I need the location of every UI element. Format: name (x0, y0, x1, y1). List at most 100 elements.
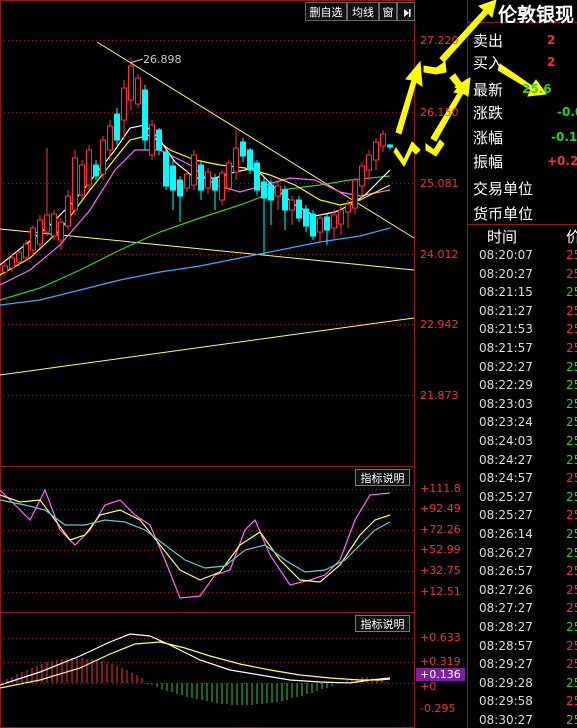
indicator1-lines (0, 488, 391, 599)
tick-time: 08:29:27 (479, 657, 533, 672)
tick-time: 08:28:57 (479, 638, 533, 653)
tick-price: 25 (566, 415, 577, 430)
candle-body (240, 141, 246, 157)
price-grid (0, 40, 414, 663)
indicator1-axis-label: +12.51 (420, 585, 461, 598)
candle-body (254, 162, 260, 191)
candle-body (107, 125, 113, 151)
delete-watchlist-button[interactable]: 删自选 (305, 2, 347, 21)
quote-label: 买入 (473, 54, 504, 72)
candle-body (268, 184, 274, 201)
window-button[interactable]: 窗 (379, 2, 397, 21)
arrow-icon-zigzag-1 (393, 141, 421, 167)
candle-body (121, 87, 127, 121)
indicator2-axis-label: -0.295 (420, 702, 456, 715)
candle-body (79, 164, 85, 196)
tick-time: 08:21:15 (479, 285, 533, 300)
indicator1-axis-label: +92.49 (420, 502, 461, 515)
candlestick-series (2, 58, 393, 276)
candle-body (114, 113, 120, 141)
tick-time: 08:24:27 (479, 452, 533, 467)
quote-label: 涨跌 (473, 104, 504, 122)
quote-value: 25.6 (522, 82, 552, 96)
candle-body (149, 124, 155, 156)
tick-time: 08:23:03 (479, 396, 533, 411)
tick-time: 08:25:27 (479, 508, 533, 523)
price-axis-label: 27.220 (420, 34, 459, 47)
candle-body (289, 199, 295, 211)
candle-body (373, 141, 379, 161)
collapse-panel-button[interactable] (397, 2, 415, 21)
tick-time: 08:21:27 (479, 303, 533, 318)
tick-time: 08:26:14 (479, 527, 533, 541)
tick-price: 25 (566, 322, 577, 337)
candle-body (58, 221, 64, 241)
tick-time: 08:24:57 (479, 471, 533, 486)
quote-label: 交易单位 (473, 180, 534, 198)
tick-price: 25 (566, 582, 577, 597)
quote-label: 振幅 (473, 153, 504, 171)
tick-time: 08:29:58 (479, 694, 533, 709)
tick-price: 25 (566, 359, 577, 374)
trendline-ascending (0, 317, 415, 376)
tick-time: 08:25:27 (479, 489, 533, 504)
price-axis-label: 22.942 (420, 318, 459, 331)
quote-label: 涨幅 (473, 129, 504, 147)
candle-body (30, 227, 36, 251)
candle-body (2, 265, 8, 273)
quote-label: 货币单位 (473, 205, 534, 223)
candle-body (226, 162, 232, 189)
candle-body (212, 177, 218, 191)
candle-body (44, 214, 50, 233)
tick-price: 25 (566, 248, 577, 262)
tick-time: 08:27:26 (479, 582, 533, 597)
candle-body (247, 149, 253, 171)
tick-price: 25 (566, 396, 577, 411)
tick-price: 25 (566, 434, 577, 448)
indicator1-axis-label: +111.8 (420, 482, 461, 495)
tick-time: 08:21:57 (479, 341, 533, 355)
tick-time: 08:23:24 (479, 415, 533, 430)
tick-time: 08:26:57 (479, 564, 533, 579)
tick-price: 25 (566, 471, 577, 486)
moving-average-button[interactable]: 均线 (347, 2, 379, 21)
tick-time: 08:29:28 (479, 675, 533, 690)
macd-dif-line (0, 633, 391, 686)
candle-body (380, 133, 386, 147)
tick-price: 25 (566, 527, 577, 541)
tick-price: 25 (566, 638, 577, 653)
tick-time: 08:20:07 (479, 248, 533, 262)
quote-value: 2 (547, 55, 556, 69)
chevron-right-icon (404, 9, 411, 17)
candle-body (100, 139, 106, 175)
tick-time: 08:28:27 (479, 620, 533, 634)
candle-body (198, 164, 204, 191)
quote-value: -0.0 (557, 105, 577, 119)
indicator2-help-button[interactable]: 指标说明 (355, 615, 410, 632)
candle-body (366, 154, 372, 171)
candle-body (317, 217, 323, 233)
price-axis-label: 25.081 (420, 177, 459, 190)
tick-price: 25 (566, 545, 577, 560)
candle-body (345, 203, 351, 213)
indicator2-axis-label: +0.319 (420, 655, 461, 668)
price-axis-label: 24.012 (420, 248, 459, 261)
tick-price: 25 (566, 601, 577, 616)
tick-price: 25 (566, 694, 577, 709)
quote-label: 卖出 (473, 32, 504, 50)
candle-body (296, 199, 302, 219)
candle-body (205, 171, 211, 189)
indicator2-axis-label: +0 (420, 680, 437, 693)
price-axis-label: 26.150 (420, 106, 459, 119)
candle-body (331, 214, 337, 229)
tick-header-price: 价 (566, 228, 577, 246)
candle-body (93, 164, 99, 177)
tick-time: 08:24:03 (479, 434, 533, 448)
instrument-title: 伦敦银现 (498, 4, 575, 26)
trend-lines (0, 41, 415, 376)
tick-price: 25 (566, 564, 577, 579)
tick-time: 08:22:27 (479, 359, 533, 374)
candle-body (72, 157, 78, 211)
candle-body (352, 179, 358, 209)
indicator1-help-button[interactable]: 指标说明 (355, 469, 410, 486)
